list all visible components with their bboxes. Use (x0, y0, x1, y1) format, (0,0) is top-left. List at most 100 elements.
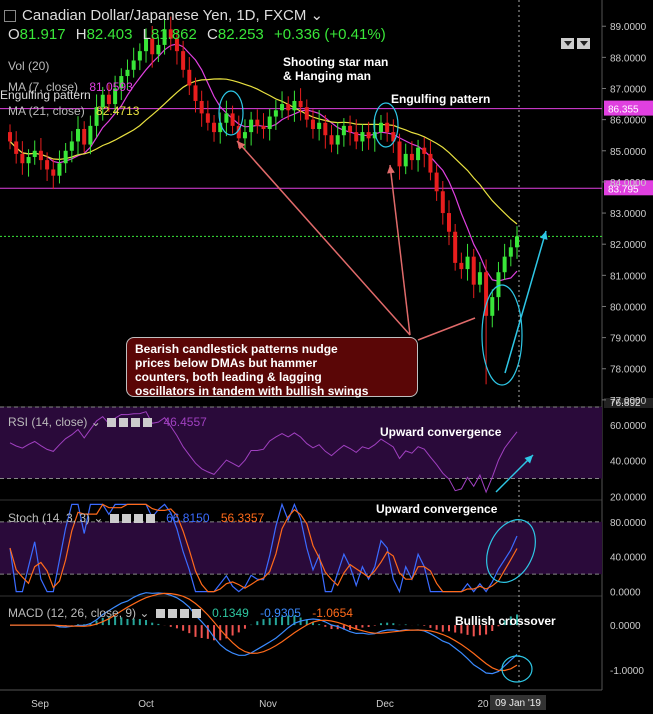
time-tick-label: Nov (259, 699, 277, 710)
candle-body (212, 122, 217, 133)
rsi-tick-label: 60.0000 (610, 421, 647, 432)
candle-body (255, 119, 260, 126)
candle-body (76, 128, 81, 142)
candle-body (38, 150, 43, 161)
callout-pointer (417, 317, 476, 341)
stoch-tick-label: 80.0000 (610, 518, 647, 529)
candle-body (230, 113, 235, 126)
candle-body (63, 150, 68, 164)
candle-body (434, 172, 439, 192)
candle-body (409, 153, 414, 161)
time-cursor-label: 09 Jan '19 (495, 698, 541, 709)
ma21-name: MA (21, close) (8, 104, 85, 118)
candle-body (137, 51, 142, 61)
candle-body (224, 113, 229, 123)
candle-body (335, 135, 340, 145)
plus-icon[interactable] (179, 609, 189, 619)
candle-body (45, 160, 50, 170)
close-icon[interactable] (145, 514, 155, 524)
arrow-to-engulfing (389, 164, 411, 336)
macd-tick-label: 0.0000 (610, 621, 641, 632)
candle-body (205, 113, 210, 123)
candle-body (385, 122, 390, 133)
engulfing-annotation: Engulfing pattern (391, 92, 491, 106)
candle-body (69, 141, 74, 151)
eye-icon[interactable] (107, 418, 117, 428)
candle-body (57, 163, 62, 176)
price-tick-label: 81.0000 (610, 271, 647, 282)
price-tick-label: 89.0000 (610, 22, 647, 33)
open-key: O (8, 26, 20, 43)
gear-icon[interactable] (119, 418, 129, 428)
close-icon[interactable] (143, 418, 153, 428)
oscillator-panes: 60.0000 40.0000 20.0000 80.0000 40.0000 0.000… (0, 406, 647, 683)
macd-line (10, 592, 518, 675)
candle-body (131, 60, 136, 70)
price-tick-label: 78.0000 (610, 365, 647, 376)
close-icon[interactable] (191, 609, 201, 619)
high-value: 82.403 (86, 26, 133, 43)
candle-body (354, 132, 359, 142)
macd-label[interactable]: MACD (12, 26, close, 9) ⌄ 0.1349 -0.9305… (8, 606, 353, 620)
price-tick-label: 86.0000 (610, 116, 647, 127)
candle-body (453, 231, 458, 263)
candle-body (502, 256, 507, 273)
stoch-label[interactable]: Stoch (14, 3, 3) ⌄ 66.8150 56.3357 (8, 511, 264, 525)
chevron-down-icon[interactable]: ⌄ (311, 7, 324, 24)
candle-body (508, 247, 513, 257)
ma21-label[interactable]: MA (21, close) 82.4713 (8, 104, 139, 118)
price-tick-label: 84.0000 (610, 178, 647, 189)
time-tick-label: Sep (31, 699, 49, 710)
level-label: 86.355 (608, 105, 639, 116)
stoch-annotation: Upward convergence (376, 502, 498, 516)
eye-icon[interactable] (155, 609, 165, 619)
candle-body (125, 69, 130, 77)
candle-body (273, 110, 278, 117)
price-tick-label: 79.0000 (610, 334, 647, 345)
candle-body (440, 191, 445, 214)
symbol-collapse-icon[interactable] (4, 10, 16, 23)
candle-body (193, 85, 198, 101)
candle-body (378, 122, 383, 133)
vol-label[interactable]: Vol (20) (8, 59, 49, 73)
rsi-label[interactable]: RSI (14, close) ⌄ 46.4557 (8, 415, 207, 429)
eye-icon[interactable] (109, 514, 119, 524)
gear-icon[interactable] (167, 609, 177, 619)
collapse-arrow-icon[interactable] (561, 38, 574, 49)
engulfing-indicator-label[interactable]: Engulfing pattern (0, 88, 91, 102)
callout-box: Bearish candlestick patterns nudge price… (126, 337, 418, 398)
macd-signal-value: -1.0654 (312, 606, 353, 620)
collapse-arrow-icon[interactable] (577, 38, 590, 49)
candle-body (422, 147, 427, 154)
candle-body (280, 104, 285, 111)
rsi-tick-label: 20.0000 (610, 492, 647, 503)
rsi-name: RSI (14, close) (8, 415, 88, 429)
arrow-to-engulfing-head (387, 165, 395, 174)
gear-icon[interactable] (121, 514, 131, 524)
plus-icon[interactable] (131, 418, 141, 428)
candle-body (341, 125, 346, 136)
candle-body (397, 141, 402, 167)
candle-body (465, 256, 470, 270)
candle-body (348, 125, 353, 133)
candle-body (490, 297, 495, 316)
candle-body (51, 169, 56, 176)
rsi-tick-label: 40.0000 (610, 457, 647, 468)
stoch-d-value: 56.3357 (220, 511, 265, 525)
rsi-value: 46.4557 (163, 415, 207, 429)
candle-body (360, 132, 365, 142)
close-value: 82.253 (217, 26, 264, 43)
candle-body (88, 125, 93, 145)
candle-body (82, 128, 87, 145)
arrow-to-shooting-star (236, 140, 411, 336)
candle-body (20, 153, 25, 164)
candle-body (267, 116, 272, 129)
candle-body (199, 100, 204, 114)
candle-body (181, 51, 186, 70)
ohlc-readout: O81.917 H82.403 L81.862 C82.253 +0.336 (… (8, 26, 392, 43)
candle-body (286, 104, 291, 111)
plus-icon[interactable] (133, 514, 143, 524)
time-tick-label: Dec (376, 699, 394, 710)
candle-body (298, 100, 303, 108)
time-tick-label: 20 (477, 699, 489, 710)
